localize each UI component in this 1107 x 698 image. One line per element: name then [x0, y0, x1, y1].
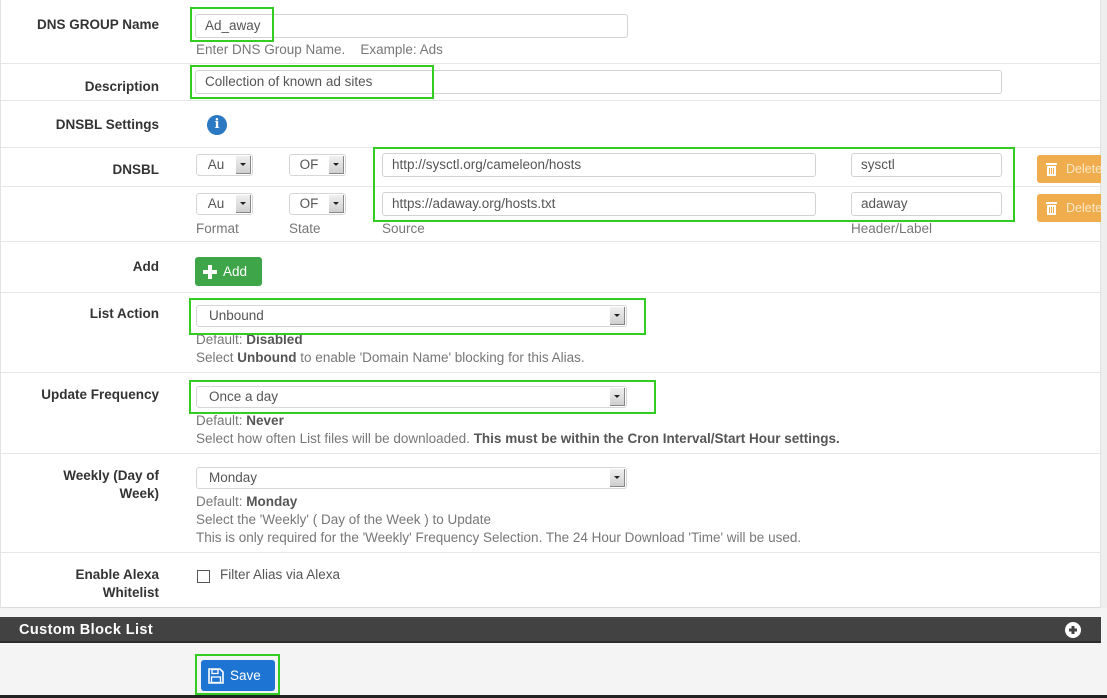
- header-column-label: Header/Label: [851, 221, 933, 236]
- weekly-label: Weekly (Day of Week): [63, 468, 159, 501]
- chevron-down-icon: [610, 388, 625, 406]
- delete-button[interactable]: Delete: [1037, 194, 1107, 222]
- format-select[interactable]: Au: [196, 193, 253, 215]
- chevron-down-icon: [329, 195, 344, 213]
- state-select[interactable]: OF: [289, 193, 346, 215]
- group-name-label: DNS GROUP Name: [36, 17, 159, 32]
- group-name-help: Enter DNS Group Name. Example: Ads: [196, 42, 443, 57]
- custom-block-list-title: Custom Block List: [19, 622, 154, 638]
- alias-form-panel: DNS GROUP Name Ad_away Enter DNS Group N…: [0, 0, 1107, 608]
- weekly-select[interactable]: Monday: [196, 467, 627, 489]
- weekly-help: Select the 'Weekly' ( Day of the Week ) …: [196, 512, 492, 527]
- chevron-down-icon: [236, 156, 251, 174]
- weekly-help-detail: This is only required for the 'Weekly' F…: [196, 530, 802, 545]
- header-label-input[interactable]: sysctl: [851, 153, 1002, 177]
- format-select[interactable]: Au: [196, 154, 253, 176]
- alexa-checkbox-label[interactable]: Filter Alias via Alexa: [220, 566, 340, 584]
- update-frequency-select[interactable]: Once a day: [196, 386, 627, 408]
- plus-icon: [203, 264, 217, 279]
- chevron-down-icon: [610, 307, 625, 325]
- update-frequency-help: Select how often List files will be down…: [196, 431, 840, 446]
- dnsbl-row: Au OF https://adaway.org/hosts.txt adawa…: [1, 187, 1100, 242]
- chevron-down-icon: [610, 469, 625, 487]
- state-column-label: State: [289, 221, 321, 236]
- alexa-label: Enable Alexa Whitelist: [75, 567, 159, 600]
- list-action-row: List Action Unbound Default: Disabled Se…: [1, 293, 1100, 373]
- dnsbl-row: DNSBL Au OF http://sysctl.org/cameleon/h…: [1, 148, 1100, 187]
- chevron-down-icon: [329, 156, 344, 174]
- source-input[interactable]: http://sysctl.org/cameleon/hosts: [382, 153, 816, 177]
- save-icon: [208, 667, 224, 684]
- description-row: Description Collection of known ad sites: [1, 64, 1100, 101]
- chevron-down-icon: [236, 195, 251, 213]
- list-action-help: Select Unbound to enable 'Domain Name' b…: [196, 350, 585, 365]
- header-label-input[interactable]: adaway: [851, 192, 1002, 216]
- expand-plus-icon[interactable]: [1065, 622, 1081, 638]
- description-label: Description: [84, 79, 159, 94]
- add-row: Add: [1, 242, 1100, 293]
- update-frequency-label: Update Frequency: [41, 387, 159, 402]
- trash-icon: [1046, 202, 1057, 215]
- alexa-checkbox[interactable]: [197, 570, 210, 583]
- info-icon[interactable]: i: [207, 115, 227, 135]
- group-name-input[interactable]: Ad_away: [195, 14, 628, 38]
- list-action-default: Default: Disabled: [196, 332, 303, 347]
- description-input[interactable]: Collection of known ad sites: [195, 70, 1002, 94]
- trash-icon: [1046, 163, 1057, 176]
- list-action-label: List Action: [89, 306, 159, 321]
- update-frequency-row: Update Frequency Once a day Default: Nev…: [1, 373, 1100, 454]
- add-label: Add: [132, 259, 159, 274]
- list-action-select[interactable]: Unbound: [196, 305, 627, 327]
- add-button[interactable]: Add: [195, 257, 262, 286]
- save-button[interactable]: Save: [201, 660, 275, 691]
- dnsbl-label: DNSBL: [112, 162, 160, 177]
- alexa-row: Enable Alexa Whitelist Filter Alias via A…: [1, 553, 1100, 608]
- source-column-label: Source: [382, 221, 425, 236]
- custom-block-list-header[interactable]: Custom Block List: [0, 617, 1101, 643]
- weekly-row: Weekly (Day of Week) Monday Default: Mond…: [1, 454, 1100, 553]
- scrollbar[interactable]: [1101, 0, 1107, 608]
- update-frequency-default: Default: Never: [196, 413, 284, 428]
- group-name-row: DNS GROUP Name Ad_away Enter DNS Group N…: [1, 0, 1100, 64]
- source-input[interactable]: https://adaway.org/hosts.txt: [382, 192, 816, 216]
- format-column-label: Format: [196, 221, 239, 236]
- state-select[interactable]: OF: [289, 154, 346, 176]
- delete-button[interactable]: Delete: [1037, 155, 1107, 183]
- weekly-default: Default: Monday: [196, 494, 298, 509]
- dnsbl-settings-row: DNSBL Settings: [1, 101, 1100, 148]
- dnsbl-settings-label: DNSBL Settings: [55, 117, 159, 132]
